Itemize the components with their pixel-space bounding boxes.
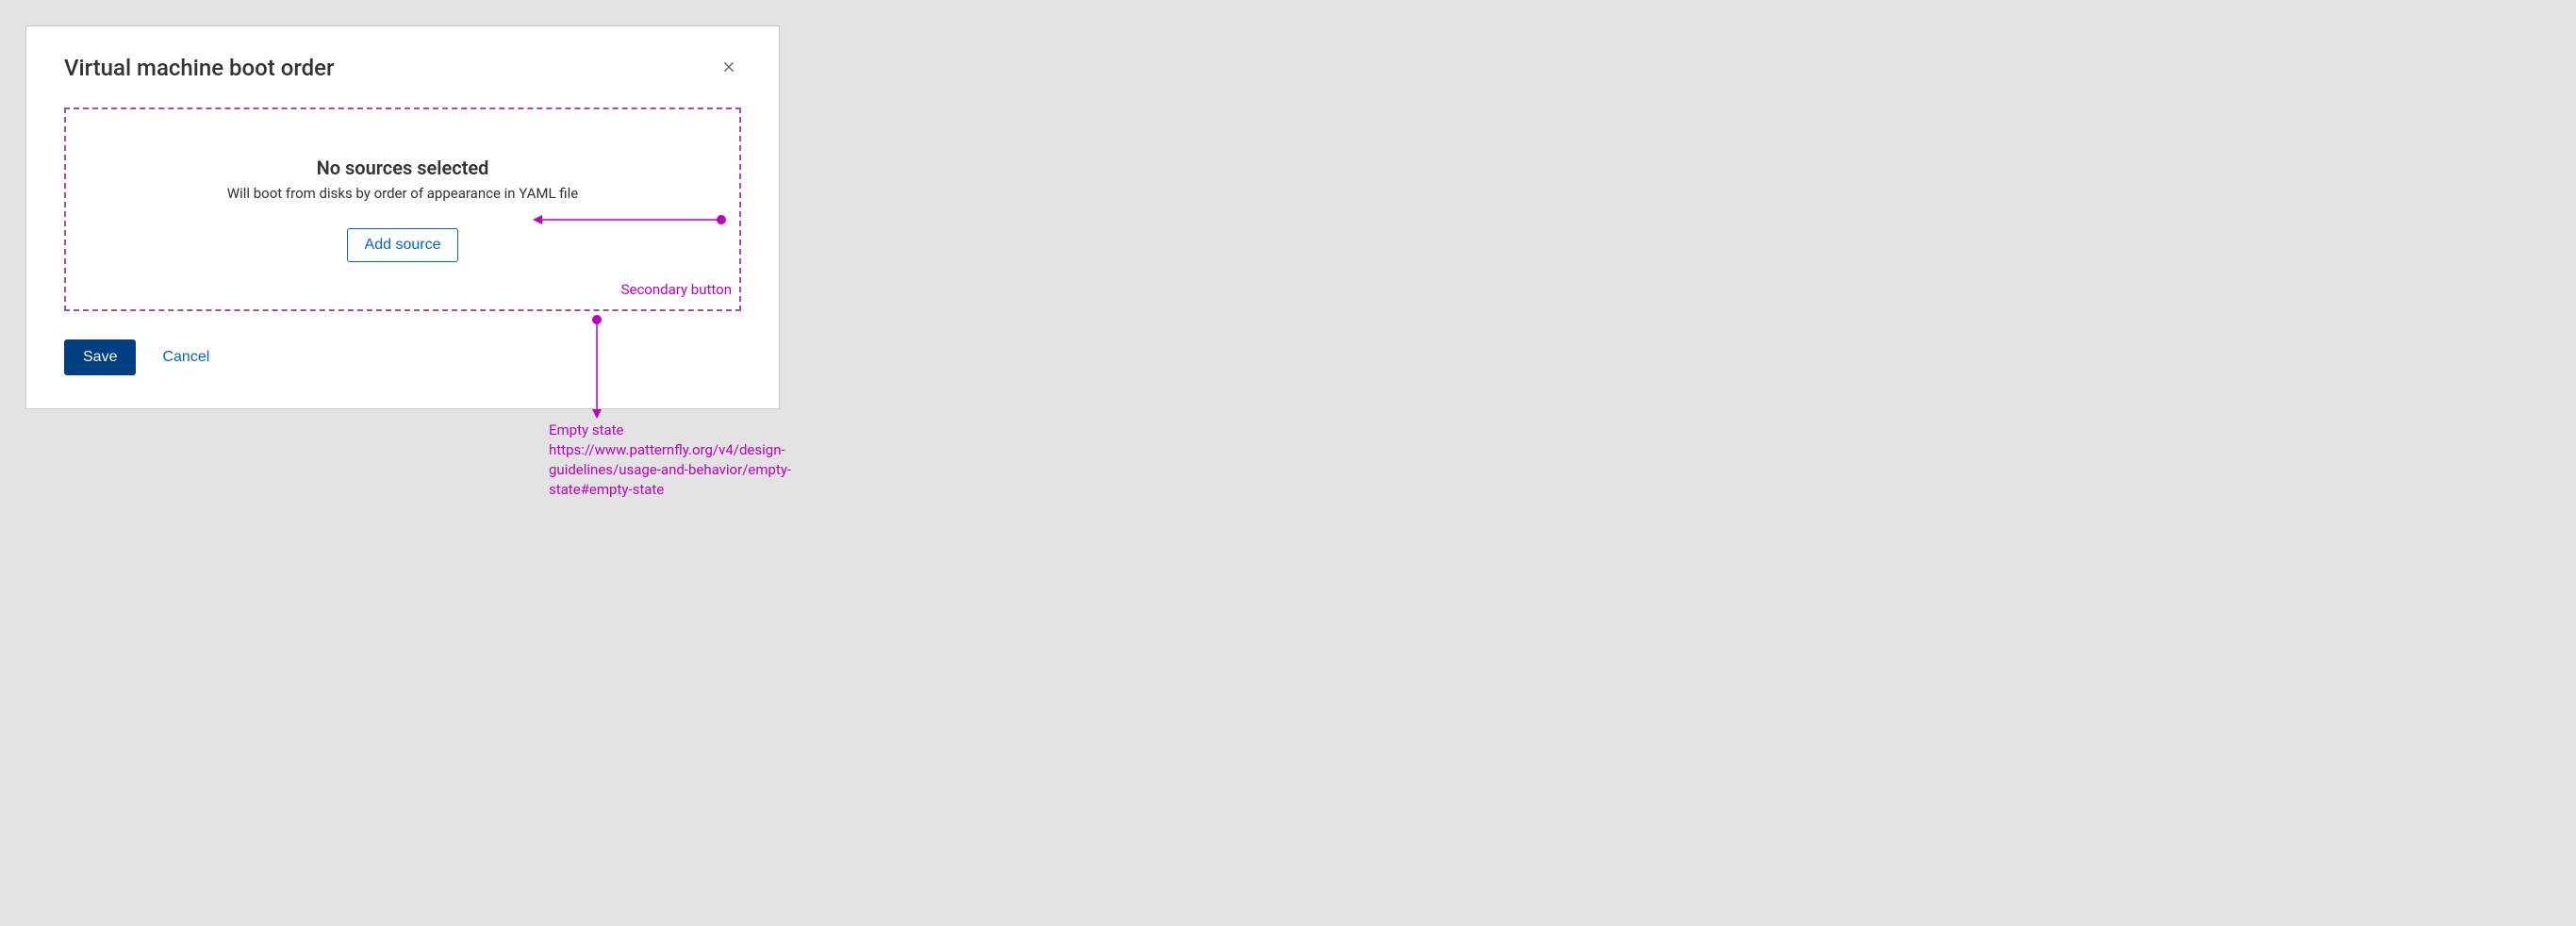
annotation-arrow-secondary: [533, 213, 731, 226]
annotation-empty-state-link-line2: guidelines/usage-and-behavior/empty-: [549, 460, 832, 480]
cancel-button[interactable]: Cancel: [162, 349, 209, 366]
modal-header: Virtual machine boot order: [64, 55, 741, 81]
empty-state-title: No sources selected: [85, 157, 720, 179]
add-source-button[interactable]: Add source: [347, 228, 459, 262]
annotation-empty-state-title: Empty state: [549, 421, 832, 440]
modal-footer: Save Cancel: [64, 339, 741, 375]
empty-state-container: No sources selected Will boot from disks…: [64, 107, 741, 311]
close-button[interactable]: [717, 55, 741, 79]
modal-title: Virtual machine boot order: [64, 55, 334, 81]
close-icon: [720, 58, 737, 75]
annotation-label-secondary: Secondary button: [621, 281, 732, 298]
empty-state-description: Will boot from disks by order of appeara…: [85, 185, 720, 202]
save-button[interactable]: Save: [64, 339, 136, 375]
annotation-empty-state-text: Empty state https://www.patternfly.org/v…: [549, 421, 832, 500]
annotation-empty-state-link-line1: https://www.patternfly.org/v4/design-: [549, 440, 832, 460]
boot-order-modal: Virtual machine boot order No sources se…: [25, 25, 780, 409]
annotation-empty-state-link-line3: state#empty-state: [549, 480, 832, 500]
